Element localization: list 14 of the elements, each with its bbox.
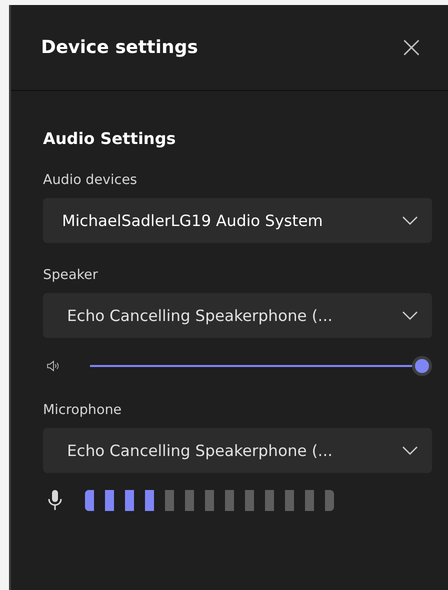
panel-title: Device settings [41, 37, 198, 58]
audio-device-dropdown[interactable]: MichaelSadlerLG19 Audio System [43, 198, 432, 243]
field-label: Speaker [43, 267, 99, 283]
section-title: Audio Settings [43, 129, 177, 148]
chevron-down-icon [402, 311, 418, 320]
microphone-dropdown[interactable]: Echo Cancelling Speakerphone (... [43, 428, 432, 473]
field-label: Microphone [43, 402, 123, 418]
chevron-down-icon [402, 446, 418, 455]
chevron-down-icon [402, 216, 418, 225]
close-button[interactable]: × [398, 32, 424, 62]
speaker-dropdown[interactable]: Echo Cancelling Speakerphone (... [43, 293, 432, 338]
slider-thumb[interactable] [412, 356, 432, 376]
microphone-icon [47, 489, 63, 511]
field-label: Audio devices [43, 172, 138, 188]
